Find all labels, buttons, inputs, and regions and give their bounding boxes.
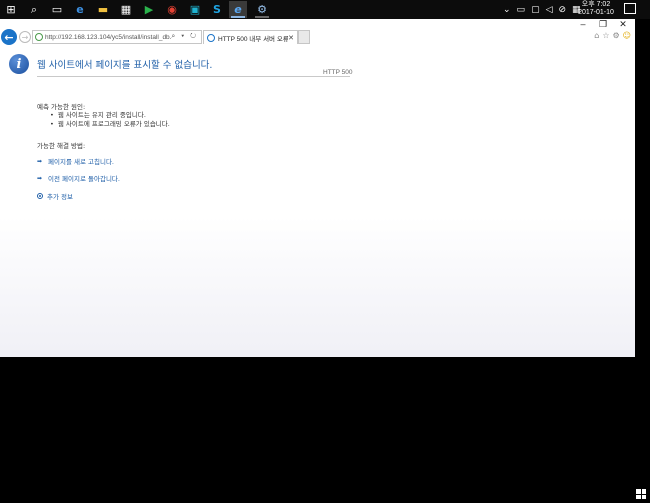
clock-time: 오후 7:02 bbox=[581, 1, 611, 8]
go-back-label[interactable]: 이전 페이지로 돌아갑니다. bbox=[48, 173, 120, 183]
chevron-up-icon[interactable]: ⌄ bbox=[503, 5, 511, 15]
clock[interactable]: 오후 7:02 2017-01-10 bbox=[576, 1, 616, 17]
app-icon[interactable]: ▣ bbox=[186, 1, 204, 18]
volume-icon[interactable]: ◁ bbox=[546, 5, 553, 15]
store-icon[interactable]: ▦ bbox=[117, 1, 135, 18]
refresh-link[interactable]: ➡ 페이지를 새로 고칩니다. bbox=[37, 156, 114, 167]
network-app-icon[interactable]: ⚙ bbox=[253, 1, 271, 18]
ie-tab-icon bbox=[207, 33, 215, 42]
info-icon: i bbox=[9, 54, 29, 74]
solutions-heading: 가능한 해결 방법: bbox=[37, 142, 86, 150]
list-item: 웹 사이트에 프로그래밍 오류가 있습니다. bbox=[50, 120, 170, 129]
tab-title: HTTP 500 내부 서버 오류 bbox=[218, 35, 289, 43]
media-player-icon[interactable]: ▶ bbox=[140, 1, 158, 18]
error-code: HTTP 500 bbox=[323, 69, 353, 76]
expand-circle-icon bbox=[37, 193, 43, 199]
forward-button[interactable]: → bbox=[19, 31, 31, 43]
action-center-icon[interactable] bbox=[624, 3, 636, 14]
clock-date: 2017-01-10 bbox=[578, 9, 614, 16]
windows-logo-icon bbox=[636, 489, 646, 499]
edge-icon[interactable]: e bbox=[71, 1, 89, 18]
go-back-link[interactable]: ➡ 이전 페이지로 돌아갑니다. bbox=[37, 173, 120, 184]
divider bbox=[37, 76, 350, 77]
address-bar[interactable]: http://192.168.123.104/yc5/install/insta… bbox=[32, 30, 202, 44]
favorites-star-icon[interactable]: ☆ bbox=[602, 31, 609, 40]
tab-close-icon[interactable]: ✕ bbox=[288, 34, 297, 42]
ime-icon[interactable]: ⊘ bbox=[559, 5, 567, 15]
navigation-bar: ← → http://192.168.123.104/yc5/install/i… bbox=[0, 28, 635, 46]
page-icon bbox=[35, 33, 43, 41]
causes-heading: 예측 가능한 원인: bbox=[37, 103, 86, 111]
more-info-link[interactable]: 추가 정보 bbox=[37, 191, 73, 201]
feedback-smiley-icon[interactable]: ☺ bbox=[623, 31, 631, 40]
chrome-icon[interactable]: ◉ bbox=[163, 1, 181, 18]
windows-start-icon[interactable]: ⊞ bbox=[2, 1, 20, 18]
refresh-label[interactable]: 페이지를 새로 고칩니다. bbox=[48, 156, 114, 166]
desktop-background bbox=[0, 357, 650, 503]
arrow-right-icon: ➡ bbox=[37, 174, 43, 182]
ie-icon[interactable]: e bbox=[229, 1, 247, 18]
tab-http-500[interactable]: HTTP 500 내부 서버 오류 ✕ bbox=[203, 30, 298, 44]
list-item: 웹 사이트는 유지 관리 중입니다. bbox=[50, 111, 170, 120]
page-content: i 웹 사이트에서 페이지를 표시할 수 없습니다. HTTP 500 예측 가… bbox=[0, 46, 635, 357]
home-icon[interactable]: ⌂ bbox=[594, 31, 599, 40]
browser-toolbar-icons: ⌂ ☆ ⚙ ☺ bbox=[594, 31, 631, 40]
browser-window: – ❐ ✕ ← → http://192.168.123.104/yc5/ins… bbox=[0, 19, 635, 357]
monitor-icon[interactable]: ▢ bbox=[531, 5, 540, 15]
address-url[interactable]: http://192.168.123.104/yc5/install/insta… bbox=[45, 34, 171, 41]
skype-icon[interactable]: S bbox=[208, 1, 226, 18]
file-explorer-icon[interactable]: ▬ bbox=[94, 1, 112, 18]
system-tray: ⌄ ▭ ▢ ◁ ⊘ ▦ bbox=[503, 0, 581, 19]
gear-icon[interactable]: ⚙ bbox=[612, 31, 619, 40]
taskbar: ⊞ ⌕ ▭ e ▬ ▦ ▶ ◉ ▣ S e ⚙ ⌄ ▭ ▢ ◁ ⊘ ▦ 오후 7… bbox=[0, 0, 650, 19]
network-icon[interactable]: ▭ bbox=[517, 5, 526, 15]
search-icon[interactable]: ⌕ bbox=[25, 1, 43, 18]
arrow-right-icon: ➡ bbox=[37, 157, 43, 165]
back-button[interactable]: ← bbox=[1, 29, 17, 45]
error-title: 웹 사이트에서 페이지를 표시할 수 없습니다. bbox=[37, 60, 213, 71]
causes-list: 웹 사이트는 유지 관리 중입니다. 웹 사이트에 프로그래밍 오류가 있습니다… bbox=[50, 111, 170, 129]
new-tab-button[interactable] bbox=[298, 30, 310, 44]
address-actions[interactable]: ⌕ ▾ ↻ bbox=[171, 33, 201, 41]
more-info-label[interactable]: 추가 정보 bbox=[47, 191, 73, 201]
task-view-icon[interactable]: ▭ bbox=[48, 1, 66, 18]
